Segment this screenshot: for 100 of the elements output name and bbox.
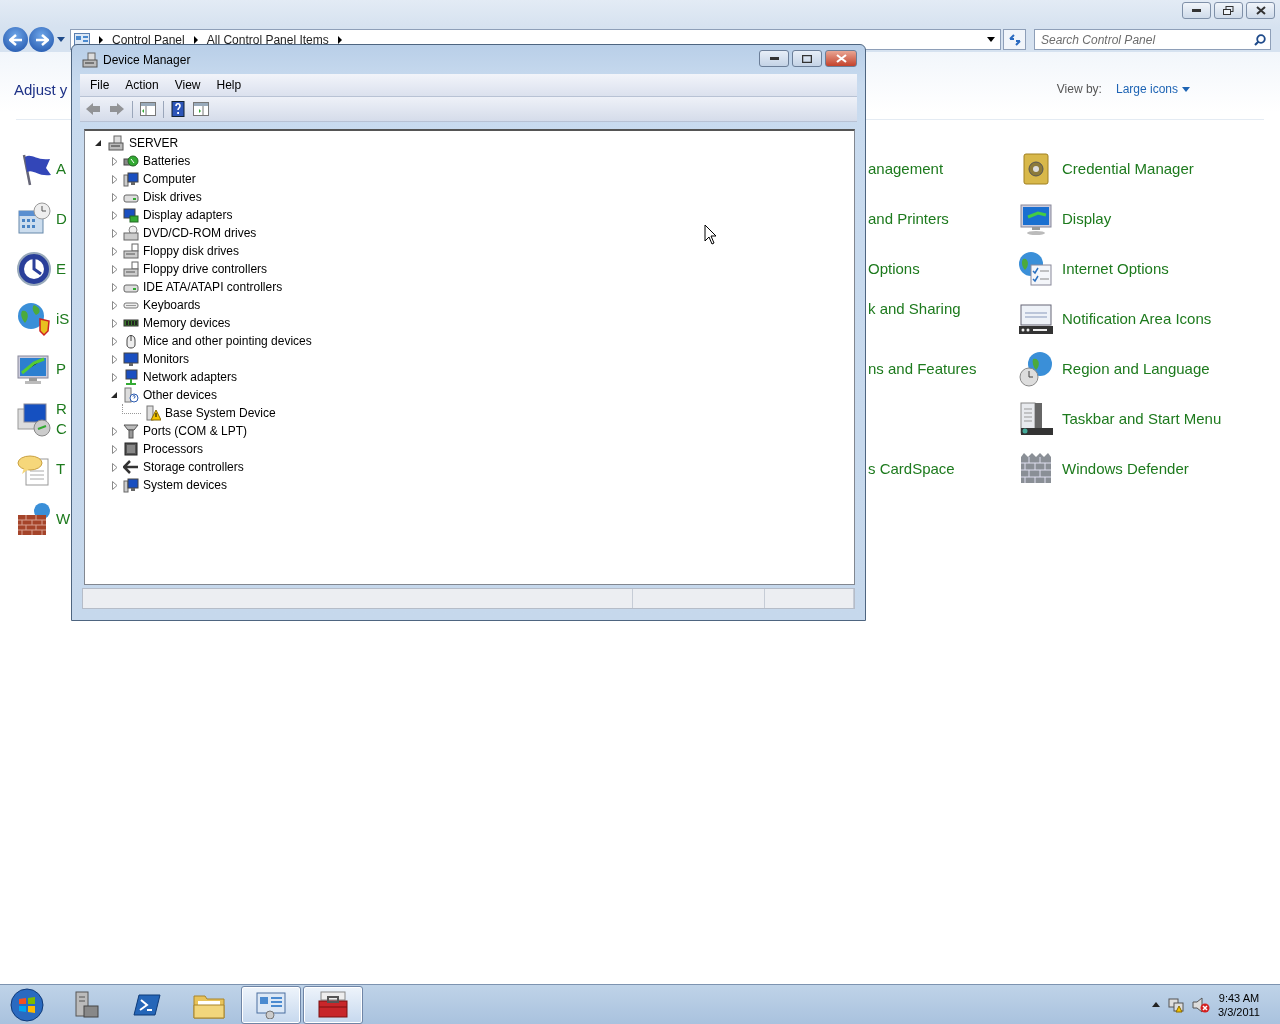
tree-item[interactable]: Memory devices — [143, 316, 231, 330]
refresh-icon — [1007, 33, 1022, 46]
globe-clock-icon — [1018, 351, 1054, 387]
expand-triangle-icon[interactable] — [111, 192, 118, 202]
forward-arrow-icon — [34, 33, 49, 46]
refresh-button[interactable] — [1003, 29, 1026, 50]
expand-triangle-icon[interactable] — [111, 336, 118, 346]
expand-triangle-icon[interactable] — [111, 156, 118, 166]
applet-link[interactable]: Notification Area Icons — [1062, 309, 1212, 329]
expand-triangle-icon[interactable] — [111, 462, 118, 472]
breadcrumb-link[interactable]: All Control Panel Items — [206, 32, 329, 47]
computer-icon — [16, 401, 52, 437]
tree-item[interactable]: Display adapters — [143, 208, 233, 222]
applet-link[interactable]: Credential Manager — [1062, 159, 1194, 179]
expand-triangle-icon[interactable] — [111, 480, 118, 490]
back-button[interactable] — [3, 27, 28, 52]
expand-triangle-icon[interactable] — [111, 210, 118, 220]
applet-link[interactable]: A — [56, 159, 66, 179]
applet-link[interactable]: E — [56, 259, 66, 279]
expand-triangle-icon[interactable] — [111, 444, 118, 454]
menu-item[interactable]: Action — [117, 78, 167, 92]
show-hidden-icons-button[interactable] — [1152, 1002, 1160, 1007]
tree-item[interactable]: System devices — [143, 478, 228, 492]
taskbar-button[interactable] — [303, 985, 363, 1024]
tree-item[interactable]: Processors — [143, 442, 204, 456]
expand-triangle-icon[interactable] — [111, 282, 118, 292]
tree-item[interactable]: Network adapters — [143, 370, 238, 384]
tree-item[interactable]: Base System Device — [165, 406, 276, 420]
taskbar-tower-icon — [1018, 401, 1054, 437]
applet-link[interactable]: iS — [56, 309, 70, 329]
applet-link[interactable]: D — [56, 209, 67, 229]
help-button[interactable] — [170, 100, 186, 118]
tree-item[interactable]: Batteries — [143, 154, 191, 168]
tree-item[interactable]: Mice and other pointing devices — [143, 334, 312, 348]
expand-triangle-icon[interactable] — [111, 264, 118, 274]
view-mode-dropdown[interactable]: Large icons — [1115, 82, 1190, 96]
search-input[interactable]: Search Control Panel — [1039, 31, 1254, 48]
expand-triangle-icon[interactable] — [111, 174, 118, 184]
close-button[interactable] — [825, 50, 857, 67]
applet-link[interactable]: Taskbar and Start Menu — [1062, 409, 1222, 429]
expand-triangle-icon[interactable] — [111, 318, 118, 328]
recent-pages-dropdown[interactable] — [57, 37, 65, 42]
maximize-button[interactable] — [792, 50, 822, 67]
console-tree-button[interactable] — [139, 101, 157, 117]
tree-item[interactable]: Computer — [143, 172, 196, 186]
applet-link[interactable]: Display — [1062, 209, 1112, 229]
applet-link[interactable]: R C — [56, 399, 67, 439]
search-field[interactable]: Search Control Panel — [1034, 29, 1271, 50]
menu-item[interactable]: File — [82, 78, 118, 92]
applet-link[interactable]: Internet Options — [1062, 259, 1169, 279]
collapse-triangle-icon[interactable] — [95, 139, 102, 147]
tree-item[interactable]: Other devices — [143, 388, 218, 402]
device-manager-icon — [82, 51, 98, 68]
tree-item[interactable]: Storage controllers — [143, 460, 244, 474]
collapse-triangle-icon[interactable] — [111, 391, 118, 399]
applet-link[interactable]: and Printers — [868, 209, 949, 229]
action-pane-button[interactable] — [192, 101, 210, 117]
expand-triangle-icon[interactable] — [111, 246, 118, 256]
applet-link[interactable]: T — [56, 459, 66, 479]
applet-link[interactable]: ns and Features — [868, 359, 977, 379]
applet-link[interactable]: s CardSpace — [868, 459, 955, 479]
clock[interactable]: 9:43 AM 3/3/2011 — [1218, 990, 1260, 1019]
applet-link[interactable]: W — [56, 509, 71, 529]
applet-link[interactable]: Region and Language — [1062, 359, 1210, 379]
menu-item[interactable]: Help — [208, 78, 250, 92]
expand-triangle-icon[interactable] — [111, 228, 118, 238]
minimize-button[interactable] — [759, 50, 789, 67]
close-button[interactable] — [1246, 2, 1275, 19]
expand-triangle-icon[interactable] — [111, 354, 118, 364]
expand-triangle-icon[interactable] — [111, 300, 118, 310]
menu-item[interactable]: View — [166, 78, 209, 92]
volume-muted-icon[interactable] — [1192, 996, 1210, 1013]
forward-button[interactable] — [29, 27, 54, 52]
tree-item[interactable]: Ports (COM & LPT) — [143, 424, 247, 438]
applet-link[interactable]: P — [56, 359, 66, 379]
port-icon — [123, 423, 139, 439]
applet-link[interactable]: anagement — [868, 159, 944, 179]
network-icon[interactable] — [1168, 996, 1184, 1013]
breadcrumb-link[interactable]: Control Panel — [112, 32, 185, 47]
restore-button[interactable] — [1214, 2, 1243, 19]
minimize-button[interactable] — [1182, 2, 1211, 19]
expand-triangle-icon[interactable] — [111, 372, 118, 382]
tree-item[interactable]: Floppy drive controllers — [143, 262, 268, 276]
tree-item[interactable]: Floppy disk drives — [143, 244, 240, 258]
expand-triangle-icon[interactable] — [111, 426, 118, 436]
tree-item[interactable]: Monitors — [143, 352, 189, 366]
tree-item[interactable]: SERVER — [129, 136, 179, 150]
tree-item[interactable]: DVD/CD-ROM drives — [143, 226, 257, 240]
tree-item[interactable]: Keyboards — [143, 298, 201, 312]
dropdown-arrow-icon[interactable] — [987, 37, 995, 42]
tree-item[interactable]: IDE ATA/ATAPI controllers — [143, 280, 283, 294]
start-button[interactable] — [7, 985, 47, 1024]
processor-icon — [123, 441, 139, 457]
computer-icon — [123, 477, 139, 493]
taskbar-button[interactable] — [241, 985, 301, 1024]
tree-item[interactable]: Disk drives — [143, 190, 202, 204]
applet-link[interactable]: k and Sharing — [868, 299, 961, 319]
applet-link[interactable]: Windows Defender — [1062, 459, 1189, 479]
applet-link[interactable]: Options — [868, 259, 920, 279]
search-icon — [1254, 33, 1266, 46]
